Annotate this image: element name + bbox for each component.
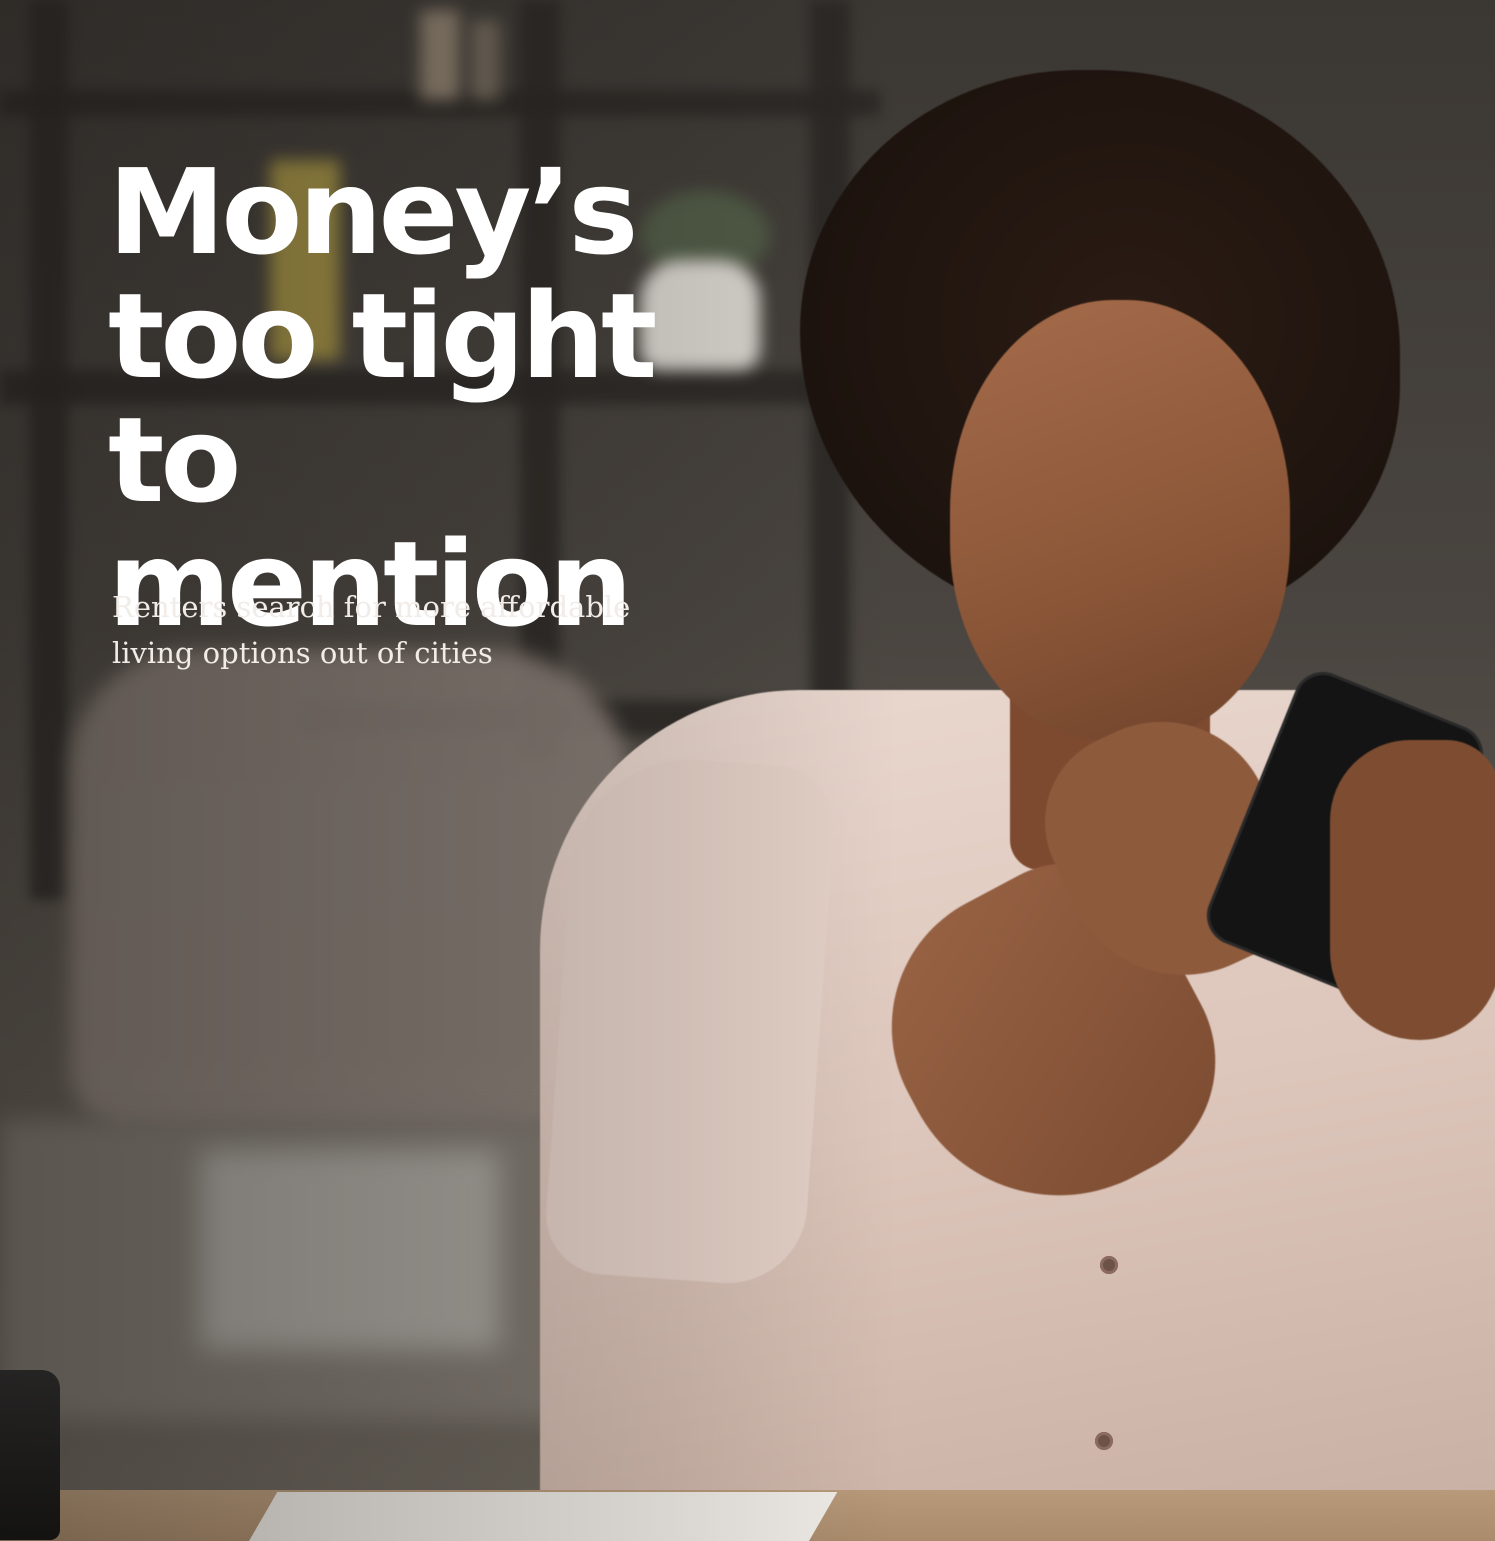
headline: Money’s too tight to mention bbox=[108, 143, 657, 653]
face bbox=[950, 300, 1290, 740]
shirt-button bbox=[1095, 1432, 1113, 1450]
hand bbox=[1330, 740, 1495, 1040]
mug bbox=[0, 1370, 60, 1540]
subheadline: Renters search for more affordable livin… bbox=[112, 590, 631, 670]
book bbox=[420, 10, 460, 100]
shirt-button bbox=[1100, 1256, 1118, 1274]
shirt-sleeve bbox=[542, 751, 838, 1289]
article-cover: Money’s too tight to mention Renters sea… bbox=[0, 0, 1495, 1541]
shelf-post bbox=[30, 0, 68, 900]
book bbox=[470, 20, 500, 100]
notebook bbox=[242, 1492, 838, 1541]
blurred-object bbox=[200, 1150, 500, 1350]
